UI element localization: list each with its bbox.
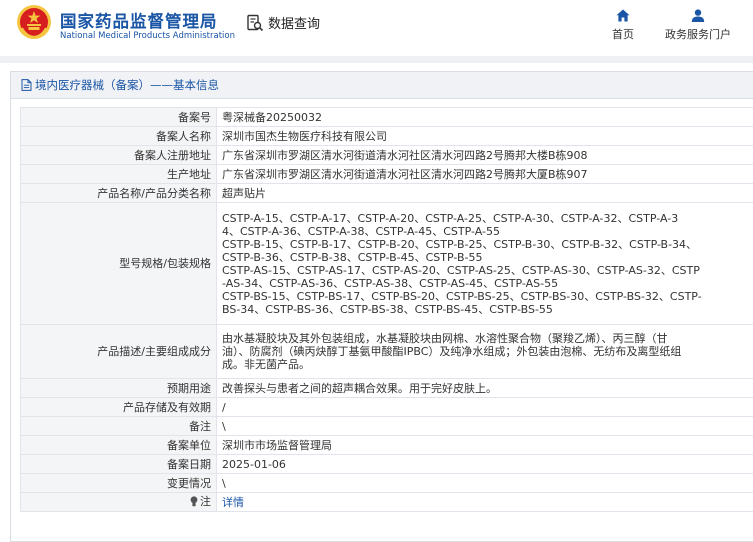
table-row: 产品描述/主要组成成分 由水基凝胶块及其外包装组成，水基凝胶块由网棉、水溶性聚合… (20, 324, 753, 379)
model-line: CSTP-B-36、CSTP-B-38、CSTP-B-45、CSTP-B-55 (222, 250, 483, 264)
note-label: 注 (200, 494, 211, 508)
change-value: \ (216, 473, 753, 493)
data-query-link[interactable]: 数据查询 (246, 13, 320, 32)
filer-name-value: 深圳市国杰生物医疗科技有限公司 (216, 126, 753, 146)
table-row: 产品名称/产品分类名称 超声贴片 (20, 183, 753, 203)
model-line: -AS-34、CSTP-AS-36、CSTP-AS-38、CSTP-AS-45、… (222, 276, 559, 290)
model-line: CSTP-B-15、CSTP-B-17、CSTP-B-20、CSTP-B-25、… (222, 237, 698, 251)
model-line: 4、CSTP-A-36、CSTP-A-38、CSTP-A-45、CSTP-A-5… (222, 224, 501, 238)
description-line: 由水基凝胶块及其外包装组成，水基凝胶块由网棉、水溶性聚合物（聚羧乙烯）、丙三醇（… (222, 332, 668, 345)
table-row: 备案单位 深圳市市场监督管理局 (20, 435, 753, 455)
production-address-value: 广东省深圳市罗湖区清水河街道清水河社区清水河四路2号腾邦大厦B栋907 (216, 164, 753, 184)
table-row: 备案日期 2025-01-06 (20, 454, 753, 474)
remark-value: \ (216, 416, 753, 436)
table-row: 注 详情 (20, 492, 753, 512)
field-label: 生产地址 (20, 164, 217, 184)
details-link[interactable]: 详情 (222, 496, 244, 509)
field-label: 备案单位 (20, 435, 217, 455)
data-query-label: 数据查询 (268, 17, 321, 32)
panel-title: 境内医疗器械（备案）——基本信息 (35, 78, 219, 92)
table-row: 备案号 粤深械备20250032 (20, 107, 753, 127)
panel-title-bar: 境内医疗器械（备案）——基本信息 (11, 72, 753, 99)
field-label: 变更情况 (20, 473, 217, 493)
note-value-cell: 详情 (216, 492, 753, 512)
field-label: 备案人名称 (20, 126, 217, 146)
field-label: 备案人注册地址 (20, 145, 217, 165)
product-name-value: 超声贴片 (216, 183, 753, 203)
filing-number-value: 粤深械备20250032 (216, 107, 753, 127)
home-icon (616, 9, 630, 22)
model-line: BS-34、CSTP-BS-36、CSTP-BS-38、CSTP-BS-45、C… (222, 302, 553, 316)
document-icon (21, 79, 32, 91)
field-label: 型号规格/包装规格 (20, 202, 217, 325)
record-detail-table: 备案号 粤深械备20250032 备案人名称 深圳市国杰生物医疗科技有限公司 备… (20, 107, 753, 512)
table-row: 备案人注册地址 广东省深圳市罗湖区清水河街道清水河社区清水河四路2号腾邦大楼B栋… (20, 145, 753, 165)
note-label-cell: 注 (20, 492, 217, 512)
field-label: 预期用途 (20, 378, 217, 398)
field-label: 产品描述/主要组成成分 (20, 324, 217, 379)
model-line: CSTP-AS-15、CSTP-AS-17、CSTP-AS-20、CSTP-AS… (222, 263, 700, 277)
nav-home[interactable]: 首页 (608, 9, 638, 42)
table-row: 型号规格/包装规格 CSTP-A-15、CSTP-A-17、CSTP-A-20、… (20, 202, 753, 325)
field-label: 备案日期 (20, 454, 217, 474)
field-label: 备案号 (20, 107, 217, 127)
field-label: 产品名称/产品分类名称 (20, 183, 217, 203)
table-row: 预期用途 改善探头与患者之间的超声耦合效果。用于完好皮肤上。 (20, 378, 753, 398)
user-icon (691, 9, 705, 22)
nav-home-label: 首页 (612, 28, 634, 41)
brand-title-cn: 国家药品监督管理局 (60, 12, 218, 31)
nav-portal-label: 政务服务门户 (665, 28, 731, 41)
filing-date-value: 2025-01-06 (216, 454, 753, 474)
model-spec-value: CSTP-A-15、CSTP-A-17、CSTP-A-20、CSTP-A-25、… (216, 202, 753, 325)
field-label: 产品存储及有效期 (20, 397, 217, 417)
field-label: 备注 (20, 416, 217, 436)
filing-unit-value: 深圳市市场监督管理局 (216, 435, 753, 455)
site-header: 国家药品监督管理局 National Medical Products Admi… (0, 0, 753, 56)
description-value: 由水基凝胶块及其外包装组成，水基凝胶块由网棉、水溶性聚合物（聚羧乙烯）、丙三醇（… (216, 324, 753, 379)
header-divider (0, 56, 753, 63)
description-line: 油）、防腐剂（碘丙炔醇丁基氨甲酸酯IPBC）及纯净水组成；外包装由泡棉、无纺布及… (222, 345, 682, 358)
table-row: 变更情况 \ (20, 473, 753, 493)
filer-address-value: 广东省深圳市罗湖区清水河街道清水河社区清水河四路2号腾邦大楼B栋908 (216, 145, 753, 165)
brand-title-en: National Medical Products Administration (60, 31, 235, 41)
document-search-icon (247, 14, 264, 31)
model-line: CSTP-A-15、CSTP-A-17、CSTP-A-20、CSTP-A-25、… (222, 211, 679, 225)
table-row: 备注 \ (20, 416, 753, 436)
storage-value: / (216, 397, 753, 417)
table-row: 生产地址 广东省深圳市罗湖区清水河街道清水河社区清水河四路2号腾邦大厦B栋907 (20, 164, 753, 184)
note-label-wrap: 注 (190, 495, 211, 508)
intended-use-value: 改善探头与患者之间的超声耦合效果。用于完好皮肤上。 (216, 378, 753, 398)
national-emblem-icon (17, 5, 51, 39)
table-row: 产品存储及有效期 / (20, 397, 753, 417)
table-row: 备案人名称 深圳市国杰生物医疗科技有限公司 (20, 126, 753, 146)
lightbulb-icon (190, 495, 198, 506)
description-line: 成。非无菌产品。 (222, 358, 310, 371)
nav-gov-portal[interactable]: 政务服务门户 (660, 9, 736, 42)
model-line: CSTP-BS-15、CSTP-BS-17、CSTP-BS-20、CSTP-BS… (222, 289, 702, 303)
record-panel: 境内医疗器械（备案）——基本信息 备案号 粤深械备20250032 备案人名称 … (10, 71, 753, 542)
